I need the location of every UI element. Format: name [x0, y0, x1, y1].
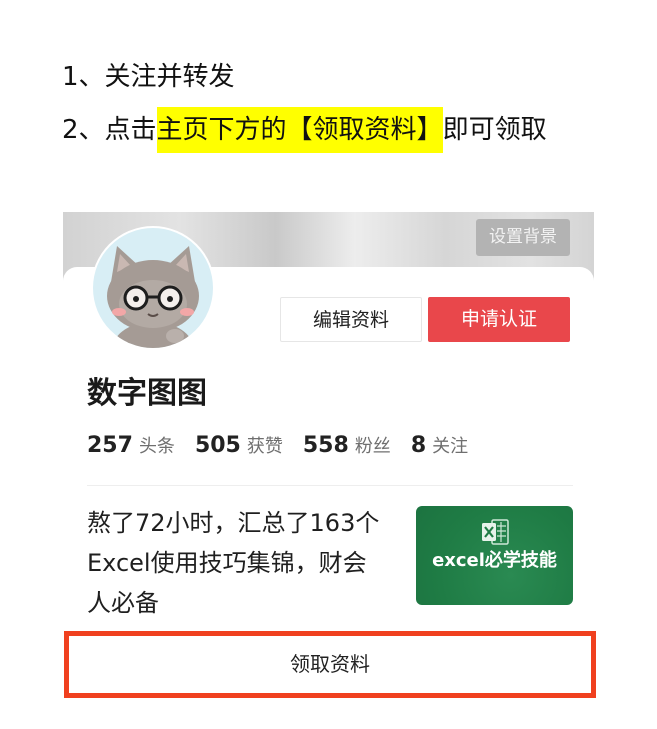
stat-label: 关注: [432, 436, 469, 457]
thumbnail-caption: excel必学技能: [432, 550, 557, 571]
post-thumbnail[interactable]: excel必学技能: [416, 506, 573, 605]
instruction-step-1: 1、关注并转发: [62, 62, 235, 92]
stat-label: 获赞: [246, 436, 283, 457]
avatar[interactable]: [89, 224, 217, 352]
post-text-line: Excel使用技巧集锦，财会: [87, 549, 367, 577]
profile-stats: 257 头条 505 获赞 558 粉丝 8 关注: [87, 430, 488, 460]
stat-value: 505: [194, 433, 241, 458]
instruction-step-2: 2、点击主页下方的【领取资料】即可领取: [62, 107, 547, 153]
instruction-step-2-suffix: 即可领取: [442, 115, 547, 145]
apply-verification-button[interactable]: 申请认证: [428, 297, 570, 342]
stat-label: 粉丝: [354, 436, 391, 457]
stat-value: 8: [410, 433, 427, 458]
profile-name: 数字图图: [87, 376, 207, 411]
profile-card: 设置背景 编辑资料 申请认证 数字图图 257 头条 505 获赞 558 粉丝…: [63, 212, 594, 702]
stat-value: 558: [302, 433, 349, 458]
cat-avatar-icon: [91, 226, 215, 350]
excel-icon: [482, 519, 509, 545]
edit-profile-button[interactable]: 编辑资料: [280, 297, 422, 342]
post-text-line: 熬了72小时，汇总了163个: [87, 509, 380, 537]
claim-materials-button[interactable]: 领取资料: [64, 631, 596, 698]
divider: [87, 485, 573, 486]
instruction-highlight: 主页下方的【领取资料】: [156, 107, 443, 153]
stat-articles[interactable]: 257 头条: [87, 432, 175, 458]
stat-followers[interactable]: 558 粉丝: [303, 432, 391, 458]
stat-likes[interactable]: 505 获赞: [195, 432, 283, 458]
stat-label: 头条: [138, 436, 175, 457]
pinned-post[interactable]: 熬了72小时，汇总了163个 Excel使用技巧集锦，财会 人必备: [87, 503, 397, 623]
stat-following[interactable]: 8 关注: [411, 432, 468, 458]
instruction-step-2-prefix: 2、点击: [62, 115, 157, 145]
stat-value: 257: [87, 433, 133, 458]
post-text-line: 人必备: [87, 589, 159, 617]
set-background-button[interactable]: 设置背景: [476, 219, 570, 256]
